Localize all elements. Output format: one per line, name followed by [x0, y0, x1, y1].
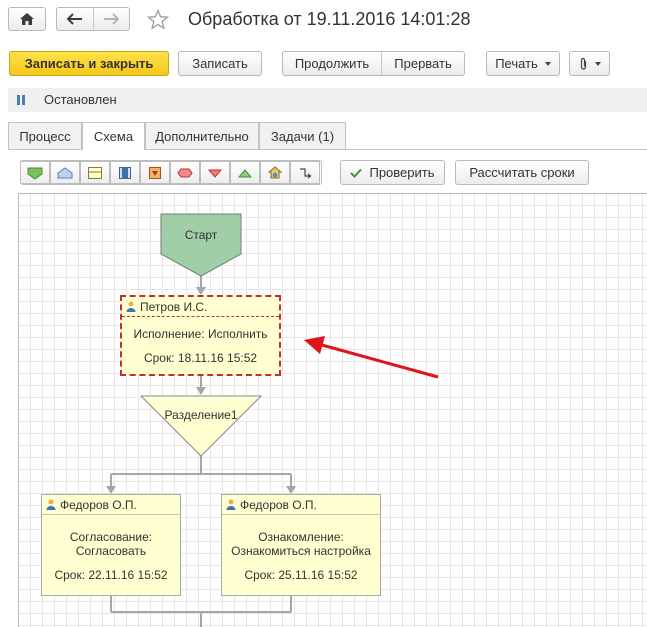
- annotation-arrow: [304, 336, 439, 379]
- tab-scheme[interactable]: Схема: [82, 122, 145, 150]
